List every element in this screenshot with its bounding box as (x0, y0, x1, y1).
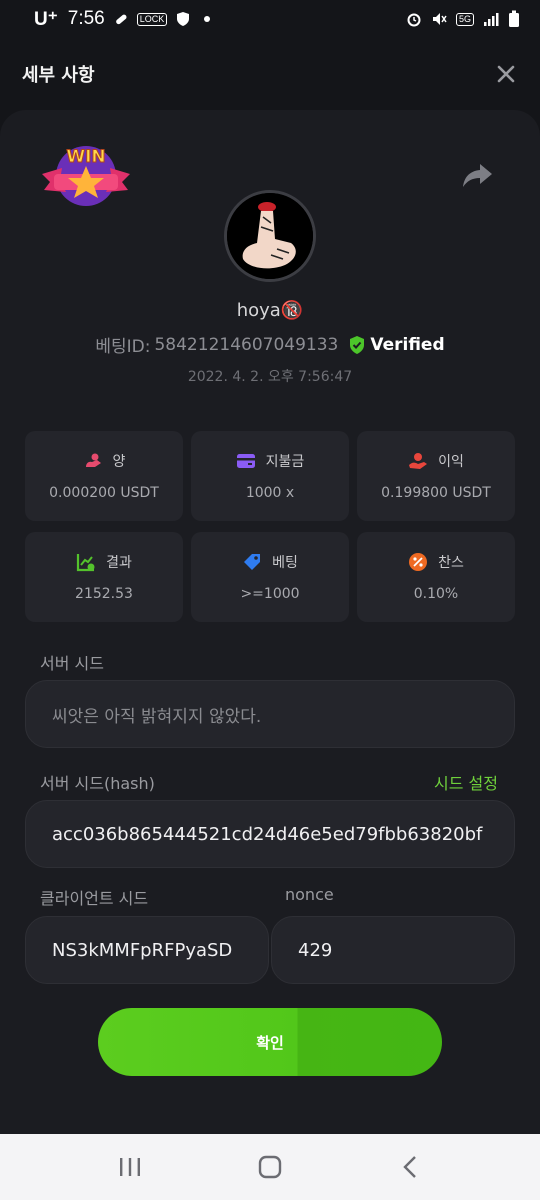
stat-bet: 베팅 >=1000 (191, 532, 349, 622)
signal-icon (484, 13, 499, 26)
stat-value: 0.10% (413, 586, 459, 602)
stat-value: 0.000200 USDT (49, 485, 159, 501)
clock: 7:56 (67, 8, 105, 29)
recent-apps-icon (120, 1158, 140, 1176)
close-icon[interactable] (494, 62, 518, 86)
mute-icon (432, 13, 447, 25)
stat-value: 0.199800 USDT (381, 485, 491, 501)
header: 세부 사항 (0, 38, 540, 110)
stat-value: >=1000 (240, 586, 300, 602)
verified-label: Verified (370, 334, 445, 355)
confirm-button[interactable]: 확인 (98, 1008, 442, 1076)
client-seed-label: 클라이언트 시드 (40, 889, 149, 908)
stat-label: 찬스 (438, 555, 464, 571)
svg-text:WIN: WIN (66, 147, 105, 167)
verified-shield-icon (350, 335, 365, 354)
avatar-image (227, 193, 313, 279)
stat-label: 베팅 (272, 555, 298, 571)
bet-id-label: 베팅ID: (95, 337, 151, 357)
back-button[interactable] (390, 1147, 430, 1187)
stat-amount: 양 0.000200 USDT (25, 431, 183, 521)
pill-icon (115, 14, 127, 25)
profit-icon (409, 453, 428, 469)
stat-label: 결과 (106, 555, 132, 571)
status-bar: U⁺ 7:56 LOCK 5G (0, 0, 540, 38)
stat-chance: 찬스 0.10% (357, 532, 515, 622)
card-icon (236, 454, 255, 468)
server-seed-hash-label: 서버 시드(hash) (40, 774, 155, 793)
bet-id-row: 베팅ID: 58421214607049133 Verified (0, 332, 540, 358)
username: hoya🔞 (236, 300, 304, 321)
stat-label: 이익 (438, 454, 464, 470)
nonce-label: nonce (285, 885, 334, 904)
server-seed-hash-field[interactable]: acc036b865444521cd24d46e5ed79fbb63820bf (25, 800, 515, 868)
details-panel: WIN hoya🔞 베팅ID: 58421214607049133 Verifi… (0, 110, 540, 1134)
network-5g-icon: 5G (455, 12, 474, 26)
bet-id: 58421214607049133 (154, 334, 339, 355)
bet-timestamp: 2022. 4. 2. 오후 7:56:47 (187, 369, 353, 385)
chart-check-icon (77, 554, 95, 572)
battery-icon (509, 10, 519, 27)
coins-icon (85, 453, 101, 467)
stat-result: 결과 2152.53 (25, 532, 183, 622)
stat-label: 양 (112, 454, 126, 470)
nonce-field[interactable]: 429 (271, 916, 515, 984)
server-seed-label: 서버 시드 (40, 654, 104, 673)
stat-payout: 지불금 1000 x (191, 431, 349, 521)
win-badge-icon: WIN (42, 146, 130, 206)
set-seed-link[interactable]: 시드 설정 (434, 770, 498, 794)
server-seed-field: 씨앗은 아직 밝혀지지 않았다. (25, 680, 515, 748)
system-nav-bar (0, 1134, 540, 1200)
stat-value: 1000 x (245, 485, 295, 501)
back-icon (403, 1156, 416, 1178)
home-icon (258, 1155, 282, 1179)
recent-apps-button[interactable] (110, 1147, 150, 1187)
percent-icon (409, 553, 428, 571)
home-button[interactable] (250, 1147, 290, 1187)
alarm-icon (407, 13, 421, 27)
carrier-label: U⁺ (34, 8, 58, 30)
avatar (224, 190, 316, 282)
stat-value: 2152.53 (75, 586, 133, 602)
shield-status-icon (177, 12, 190, 26)
stat-profit: 이익 0.199800 USDT (357, 431, 515, 521)
client-seed-field[interactable]: NS3kMMFpRFPyaSD (25, 916, 269, 984)
tag-icon (244, 554, 261, 570)
lock-badge-icon: LOCK (136, 12, 168, 26)
page-title: 세부 사항 (22, 65, 95, 86)
stat-label: 지불금 (265, 454, 305, 470)
dot-icon (204, 16, 211, 22)
share-icon[interactable] (460, 160, 494, 190)
